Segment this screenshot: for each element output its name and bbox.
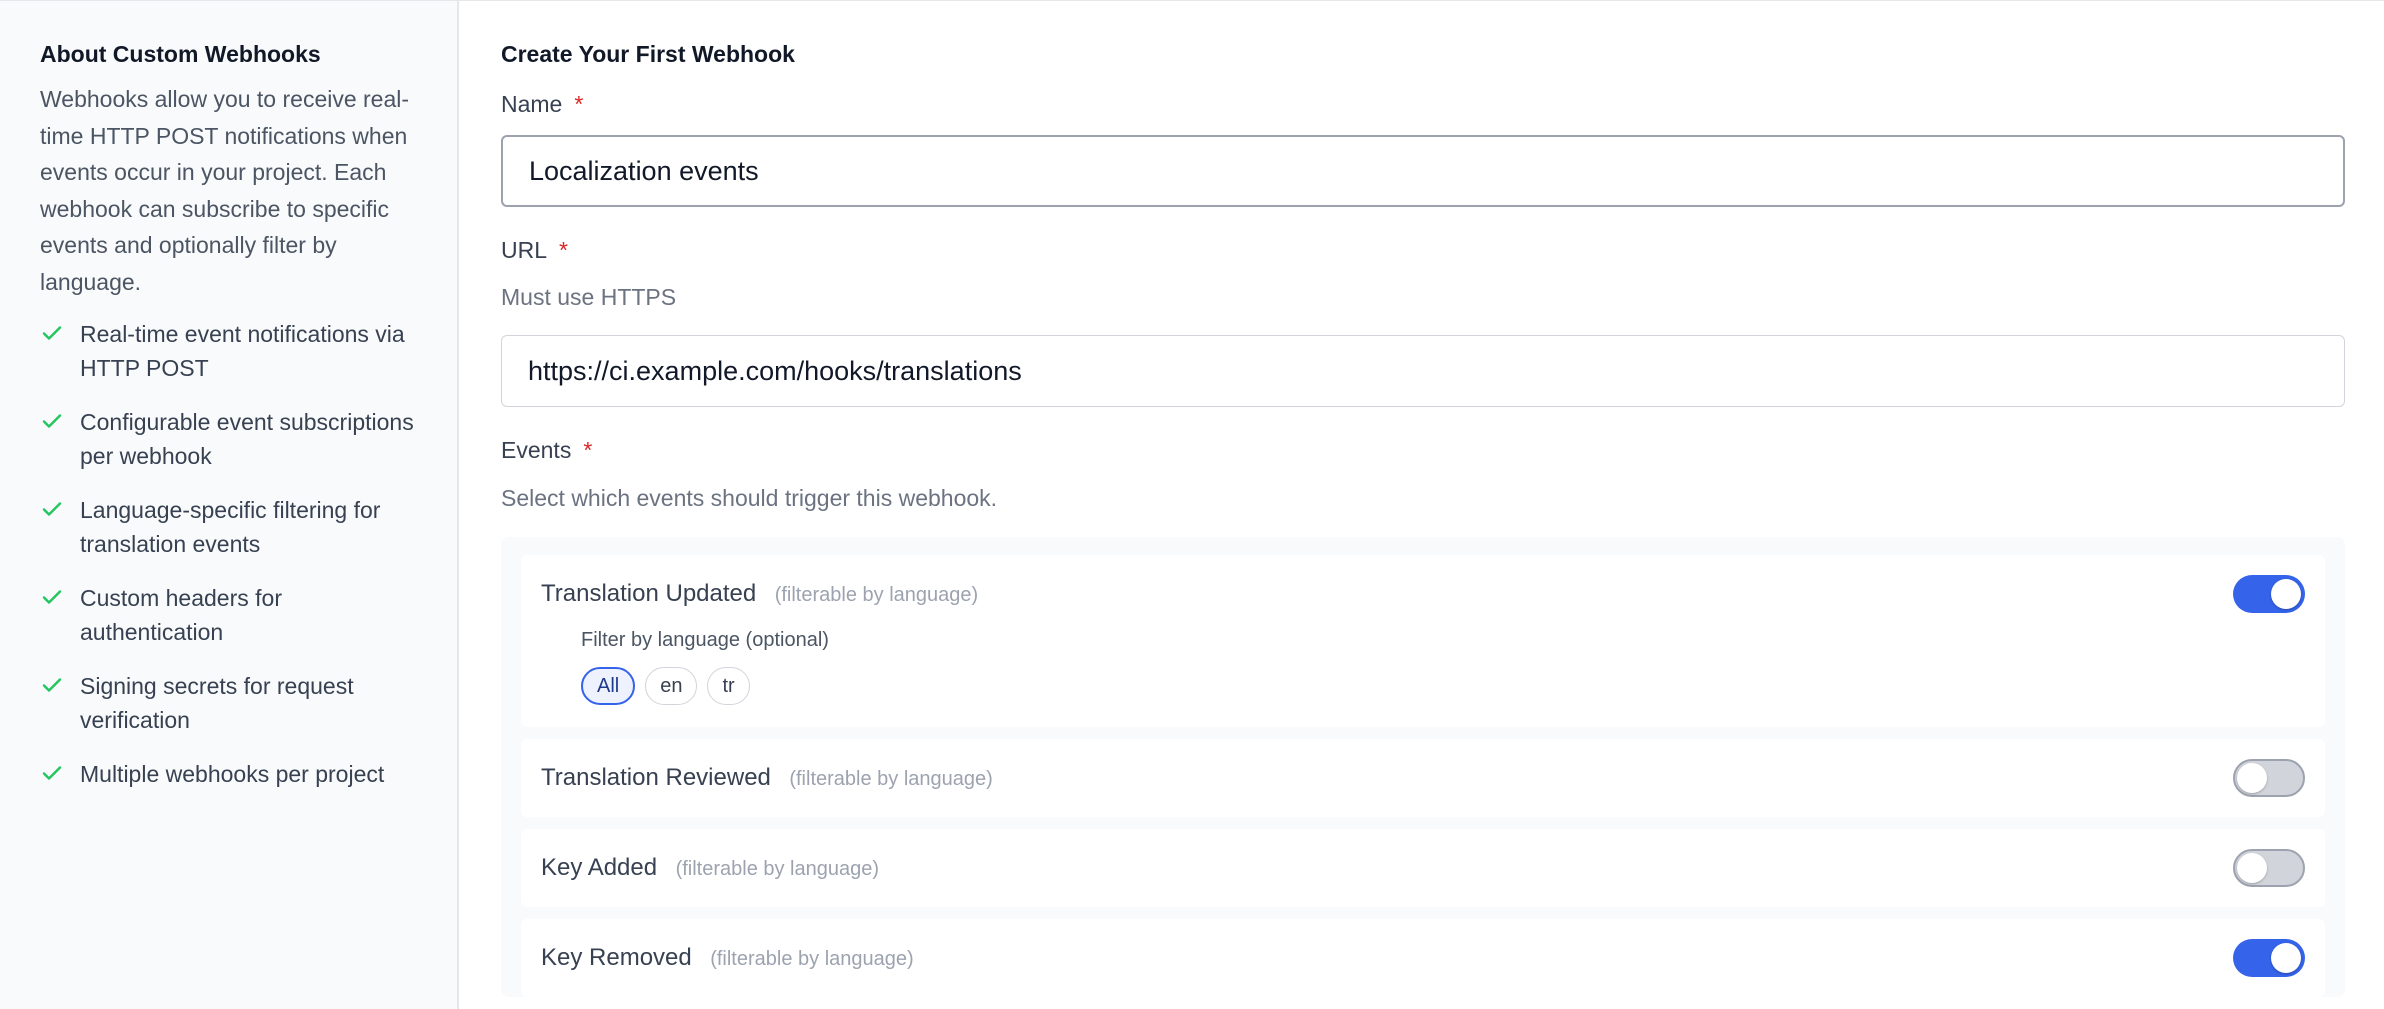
event-row: Translation Updated (filterable by langu… bbox=[541, 555, 2305, 633]
language-chip-all[interactable]: All bbox=[581, 667, 636, 705]
key-removed-toggle[interactable] bbox=[2233, 939, 2305, 977]
feature-text: Signing secrets for request verification bbox=[80, 672, 354, 733]
event-note: (filterable by language) bbox=[789, 768, 993, 790]
check-icon bbox=[42, 589, 62, 604]
webhook-setup-page: About Custom Webhooks Webhooks allow you… bbox=[0, 0, 2384, 1009]
event-translation-updated: Translation Updated (filterable by langu… bbox=[521, 555, 2325, 727]
events-list: Translation Updated (filterable by langu… bbox=[501, 537, 2345, 997]
key-added-toggle[interactable] bbox=[2233, 849, 2305, 887]
feature-list: Real-time event notifications via HTTP P… bbox=[40, 317, 417, 791]
events-label-text: Events bbox=[501, 437, 572, 463]
events-field-group: Events * Select which events should trig… bbox=[501, 435, 2345, 997]
filter-label: Filter by language (optional) bbox=[581, 629, 829, 651]
event-title: Translation Updated (filterable by langu… bbox=[541, 580, 978, 608]
feature-text: Language-specific filtering for translat… bbox=[80, 496, 381, 557]
toggle-knob bbox=[2237, 853, 2267, 883]
event-note: (filterable by language) bbox=[774, 584, 979, 606]
event-key-removed: Key Removed (filterable by language) bbox=[521, 919, 2325, 997]
name-label-text: Name bbox=[501, 91, 563, 117]
url-hint: Must use HTTPS bbox=[501, 284, 677, 310]
event-name: Key Removed bbox=[541, 944, 692, 971]
check-icon bbox=[42, 325, 62, 340]
check-icon bbox=[42, 765, 62, 780]
required-mark: * bbox=[559, 237, 568, 263]
events-hint: Select which events should trigger this … bbox=[501, 485, 998, 511]
toggle-knob bbox=[2271, 579, 2301, 609]
feature-text: Custom headers for authentication bbox=[80, 584, 282, 645]
language-chip-tr[interactable]: tr bbox=[707, 667, 750, 705]
url-input[interactable] bbox=[501, 335, 2345, 407]
feature-item: Real-time event notifications via HTTP P… bbox=[40, 317, 417, 385]
feature-item: Multiple webhooks per project bbox=[40, 757, 417, 791]
feature-text: Real-time event notifications via HTTP P… bbox=[80, 320, 405, 381]
language-chip-en[interactable]: en bbox=[645, 667, 698, 705]
check-icon bbox=[42, 677, 62, 692]
check-icon bbox=[42, 413, 62, 428]
event-title: Key Added (filterable by language) bbox=[541, 854, 879, 882]
language-chips: All en tr bbox=[581, 667, 2305, 705]
event-note: (filterable by language) bbox=[675, 858, 880, 880]
feature-item: Configurable event subscriptions per web… bbox=[40, 405, 417, 473]
feature-text: Multiple webhooks per project bbox=[80, 760, 385, 787]
language-filter: Filter by language (optional) All en tr bbox=[541, 627, 2305, 727]
event-key-added: Key Added (filterable by language) bbox=[521, 829, 2325, 907]
required-mark: * bbox=[574, 91, 584, 117]
translation-updated-toggle[interactable] bbox=[2233, 575, 2305, 613]
event-row: Translation Reviewed (filterable by lang… bbox=[541, 739, 2305, 817]
event-row: Key Added (filterable by language) bbox=[541, 829, 2305, 907]
name-label: Name * bbox=[501, 89, 2345, 119]
name-input[interactable] bbox=[501, 135, 2345, 207]
events-label: Events * bbox=[501, 435, 2345, 465]
event-name: Key Added bbox=[541, 854, 658, 881]
event-row: Key Removed (filterable by language) bbox=[541, 919, 2305, 997]
feature-item: Signing secrets for request verification bbox=[40, 669, 417, 737]
form-title: Create Your First Webhook bbox=[501, 41, 795, 67]
sidebar-description: Webhooks allow you to receive real-time … bbox=[40, 86, 410, 295]
url-label: URL * bbox=[501, 235, 2345, 265]
event-translation-reviewed: Translation Reviewed (filterable by lang… bbox=[521, 739, 2325, 817]
sidebar-title: About Custom Webhooks bbox=[40, 41, 321, 67]
event-title: Translation Reviewed (filterable by lang… bbox=[541, 764, 993, 792]
url-label-text: URL bbox=[501, 237, 548, 263]
toggle-knob bbox=[2237, 763, 2267, 793]
webhook-form: Create Your First Webhook Name * URL * M… bbox=[461, 1, 2384, 1009]
event-name: Translation Updated bbox=[541, 580, 757, 607]
feature-text: Configurable event subscriptions per web… bbox=[80, 408, 414, 469]
event-note: (filterable by language) bbox=[710, 948, 914, 970]
url-field-group: URL * Must use HTTPS bbox=[501, 235, 2345, 407]
name-field-group: Name * bbox=[501, 89, 2345, 207]
feature-item: Custom headers for authentication bbox=[40, 581, 417, 649]
toggle-knob bbox=[2271, 943, 2301, 973]
translation-reviewed-toggle[interactable] bbox=[2233, 759, 2305, 797]
required-mark: * bbox=[583, 437, 593, 463]
event-name: Translation Reviewed bbox=[541, 764, 771, 791]
about-sidebar: About Custom Webhooks Webhooks allow you… bbox=[0, 1, 459, 1009]
event-title: Key Removed (filterable by language) bbox=[541, 944, 914, 972]
check-icon bbox=[42, 501, 62, 516]
feature-item: Language-specific filtering for translat… bbox=[40, 493, 417, 561]
